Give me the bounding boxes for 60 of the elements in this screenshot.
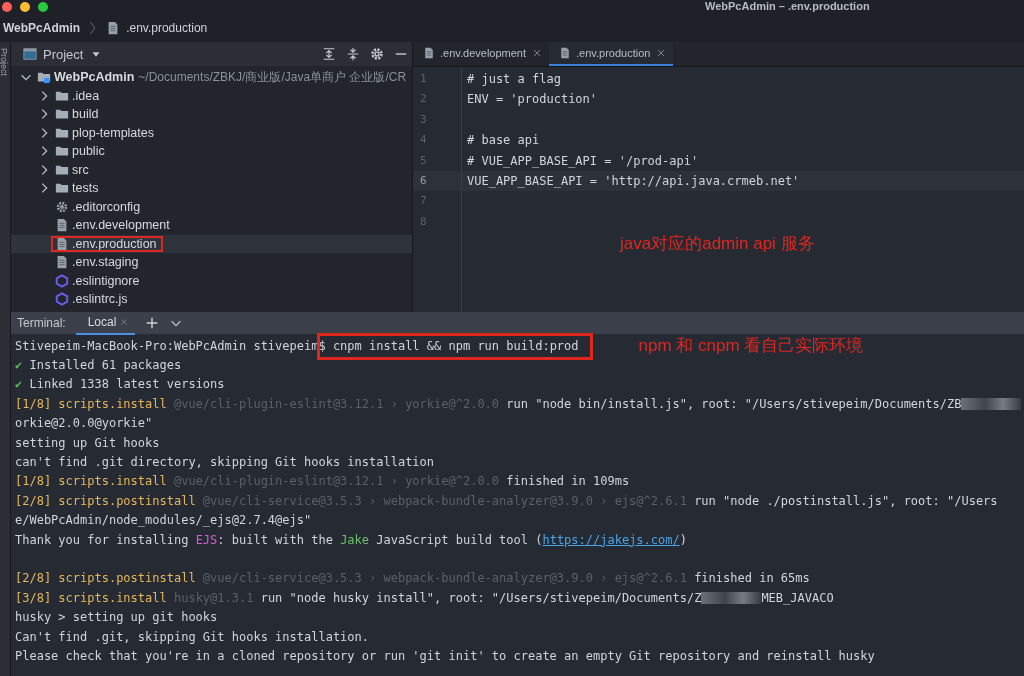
code-line: # just a flag bbox=[467, 72, 561, 86]
terminal-line: Thank you for installing EJS: built with the Jake JavaScript build tool (https://jakejs.com/) bbox=[15, 532, 687, 547]
folder-icon bbox=[37, 70, 51, 85]
terminal-line: [3/8] scripts.install husky@1.3.1 run "node husky install", root: "/Users/stivepeim/Documents/Z MEB_JAVACO bbox=[15, 590, 834, 605]
terminal-line: Please check that you're in a cloned repository or run 'git init' to create an empty Git repository and reinstall husky bbox=[15, 648, 875, 663]
tree-item[interactable]: .idea bbox=[11, 86, 412, 105]
tree-item[interactable]: .editorconfig bbox=[11, 197, 412, 216]
annotation-text: npm 和 cnpm 看自己实际环境 bbox=[638, 335, 864, 358]
editor-tab[interactable]: .env.development bbox=[413, 42, 550, 66]
code-line: ENV = 'production' bbox=[467, 92, 598, 107]
breadcrumb-item[interactable]: .env.production bbox=[126, 21, 208, 35]
terminal-line: Can't find .git, skipping Git hooks installation. bbox=[15, 629, 369, 644]
file-icon bbox=[559, 47, 572, 59]
terminal-tab[interactable]: Local bbox=[75, 312, 136, 335]
hexagon-icon bbox=[55, 273, 69, 288]
line-number: 6 bbox=[413, 170, 461, 192]
terminal-line: [2/8] scripts.postinstall @vue/cli-service@3.5.3 › webpack-bundle-analyzer@3.9.0 › ejs@^2.6.1 finished in 65ms bbox=[15, 571, 810, 586]
project-path: ~/Documents/ZBKJ/商业版/Java单商户 企业版/CR bbox=[138, 68, 407, 86]
tree-item[interactable]: .eslintignore bbox=[11, 271, 412, 290]
file-icon bbox=[55, 255, 69, 270]
breadcrumb-item[interactable]: WebPcAdmin bbox=[3, 21, 81, 35]
annotation-text: java对应的admin api 服务 bbox=[620, 233, 815, 256]
tree-item[interactable]: .env.development bbox=[11, 216, 412, 235]
link[interactable]: https://jakejs.com/ bbox=[542, 532, 680, 547]
tree-item[interactable]: src bbox=[11, 160, 412, 179]
code-line: # VUE_APP_BASE_API = '/prod-api' bbox=[467, 153, 699, 168]
file-icon bbox=[55, 236, 69, 251]
tree-item[interactable]: tests bbox=[11, 179, 412, 198]
code-line: # base api bbox=[467, 133, 540, 148]
collapse-all-icon[interactable] bbox=[346, 47, 360, 61]
add-icon[interactable] bbox=[145, 316, 160, 330]
terminal-line: [2/8] scripts.postinstall @vue/cli-service@3.5.3 › webpack-bundle-analyzer@3.9.0 › ejs@^2.6.1 run "node ./postinstall.js", root: "/Users bbox=[15, 493, 998, 508]
terminal-line: ✔ Linked 1338 latest versions bbox=[15, 377, 225, 392]
terminal-label: Terminal: bbox=[17, 316, 66, 330]
hexagon-icon bbox=[55, 292, 69, 307]
tree-item[interactable]: .env.staging bbox=[11, 253, 412, 272]
editor-tab[interactable]: .env.production bbox=[549, 42, 674, 66]
file-icon bbox=[55, 218, 69, 233]
tree-item[interactable]: WebPcAdmin ~/Documents/ZBKJ/商业版/Java单商户 企业版/CR bbox=[11, 68, 412, 87]
terminal-line: setting up Git hooks bbox=[15, 435, 160, 450]
panel-icon bbox=[23, 47, 37, 61]
tree-item[interactable]: .eslintrc.js bbox=[11, 290, 412, 309]
tree-item[interactable]: build bbox=[11, 105, 412, 124]
tree-item[interactable]: .env.production bbox=[11, 234, 412, 253]
view-dropdown[interactable]: Project bbox=[23, 46, 104, 62]
terminal-line: [1/8] scripts.install @vue/cli-plugin-eslint@3.12.1 › yorkie@^2.0.0 finished in 109ms bbox=[15, 474, 630, 489]
terminal-line: can't find .git directory, skipping Git hooks installation bbox=[15, 455, 435, 470]
code-line: VUE_APP_BASE_API = 'http://api.java.crmeb.net' bbox=[467, 173, 800, 188]
terminal-line: husky > setting up git hooks bbox=[15, 610, 218, 625]
expand-all-icon[interactable] bbox=[322, 47, 336, 61]
gear-icon bbox=[55, 199, 69, 214]
terminal-line: e/WebPcAdmin/node_modules/_ejs@2.7.4@ejs" bbox=[15, 513, 312, 528]
terminal-line: [1/8] scripts.install @vue/cli-plugin-eslint@3.12.1 › yorkie@^2.0.0 run "node bin/install.js", root: "/Users/stivepeim/Documents/ZB bbox=[15, 396, 1022, 411]
tree-item[interactable]: plop-templates bbox=[11, 123, 412, 142]
terminal-line: orkie@2.0.0@yorkie" bbox=[15, 416, 153, 431]
terminal-line: ✔ Installed 61 packages bbox=[15, 358, 182, 373]
tree-item[interactable]: public bbox=[11, 142, 412, 161]
file-icon bbox=[423, 47, 435, 59]
window-title: WebPcAdmin – .env.production bbox=[705, 0, 870, 12]
settings-icon[interactable] bbox=[370, 47, 384, 61]
